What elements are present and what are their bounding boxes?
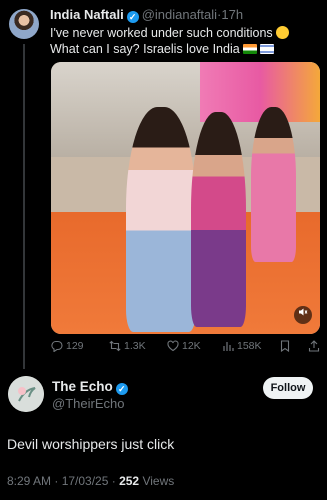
video-person-reporter <box>126 107 196 332</box>
reply-text: Devil worshippers just click <box>7 436 175 452</box>
reply-timestamp[interactable]: 8:29 AM · 17/03/25 · <box>7 474 116 488</box>
video-person-dancer <box>191 112 246 327</box>
views-count: 158K <box>237 340 262 352</box>
like-icon <box>167 340 179 352</box>
echo-logo-icon <box>8 376 44 412</box>
tweet-text: I've never worked under such conditions … <box>50 25 322 57</box>
reply-button[interactable]: 129 <box>51 340 84 352</box>
face-emoji-icon <box>275 26 289 39</box>
author-handle[interactable]: @indianaftali <box>142 7 217 22</box>
avatar[interactable] <box>9 9 39 39</box>
views-button[interactable]: 158K <box>222 340 262 352</box>
tweet-time[interactable]: 17h <box>221 7 243 22</box>
repost-button[interactable]: 1.3K <box>109 340 146 352</box>
reply-views-count: 252 <box>119 474 140 488</box>
repost-icon <box>109 340 121 352</box>
verified-icon: ✓ <box>126 11 139 23</box>
reply-author-name[interactable]: The Echo <box>52 379 113 394</box>
author-name[interactable]: India Naftali <box>50 7 124 22</box>
reply-icon <box>51 340 63 352</box>
reply-author-line: The Echo ✓ <box>52 379 131 395</box>
mute-icon[interactable] <box>294 306 312 324</box>
reply-count: 129 <box>66 340 84 352</box>
reply-views-label: Views <box>142 474 175 488</box>
thread-line <box>23 44 25 369</box>
israel-flag-icon <box>259 44 274 54</box>
share-button[interactable] <box>308 340 320 352</box>
tweet-text-line-2: What can I say? Israelis love India <box>50 42 240 56</box>
reply-meta: 8:29 AM · 17/03/25 · 252 Views <box>7 474 174 488</box>
verified-icon: ✓ <box>115 383 128 395</box>
bookmark-button[interactable] <box>279 340 291 352</box>
like-button[interactable]: 12K <box>167 340 201 352</box>
share-icon <box>308 340 320 352</box>
follow-button[interactable]: Follow <box>263 377 313 399</box>
india-flag-icon <box>242 44 257 54</box>
video-person-background <box>251 107 296 262</box>
reply-author-handle[interactable]: @TheirEcho <box>52 396 124 411</box>
bookmark-icon <box>280 340 290 352</box>
tweet-header: India Naftali ✓ @indianaftali·17h <box>50 7 320 23</box>
tweet-video[interactable] <box>51 62 320 334</box>
tweet-text-line-1: I've never worked under such conditions <box>50 26 273 40</box>
avatar[interactable] <box>8 376 44 412</box>
views-icon <box>223 342 234 351</box>
like-count: 12K <box>182 340 201 352</box>
repost-count: 1.3K <box>124 340 146 352</box>
tweet-actions: 129 1.3K 12K 158K <box>51 340 321 356</box>
